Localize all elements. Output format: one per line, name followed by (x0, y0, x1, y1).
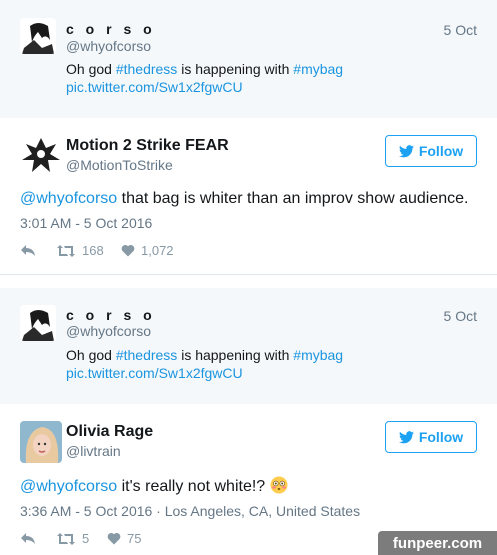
follow-label: Follow (418, 143, 464, 159)
main-tweet-1: Motion 2 Strike FEAR @MotionToStrike Fol… (0, 118, 497, 274)
twitter-bird-icon (398, 430, 414, 443)
reply-action[interactable] (20, 531, 36, 545)
heart-icon (107, 533, 121, 545)
mention-link[interactable]: @whyofcorso (20, 190, 117, 207)
reply-icon (21, 245, 35, 256)
retweet-count: 168 (82, 243, 104, 258)
text-prefix: Oh god (66, 61, 116, 77)
retweet-action[interactable]: 5 (56, 531, 89, 546)
pic-link[interactable]: pic.twitter.com/Sw1x2fgwCU (66, 77, 243, 97)
flushed-face-emoji (270, 476, 288, 494)
user-handle[interactable]: @whyofcorso (66, 38, 151, 54)
tweet-date[interactable]: 5 Oct (444, 22, 477, 38)
hashtag-link[interactable]: #mybag (293, 347, 343, 363)
like-action[interactable]: 1,072 (121, 243, 174, 258)
corso-avatar[interactable] (20, 305, 56, 341)
follow-label: Follow (418, 429, 464, 445)
user-handle[interactable]: @MotionToStrike (66, 157, 173, 173)
reply-context-tweet-1[interactable]: c o r s o @whyofcorso 5 Oct Oh god #thed… (0, 0, 497, 118)
user-name[interactable]: Olivia Rage (66, 423, 153, 441)
retweet-count: 5 (82, 531, 90, 546)
heart-icon (121, 245, 135, 257)
twitter-bird-icon (398, 144, 414, 157)
text-middle: is happening with (177, 347, 294, 363)
user-handle[interactable]: @whyofcorso (66, 323, 151, 339)
follow-button[interactable]: Follow (385, 135, 477, 167)
tweet-timestamp[interactable]: 3:01 AM - 5 Oct 2016 (20, 215, 152, 231)
tweet-text: Oh god #thedress is happening with #myba… (66, 345, 343, 365)
corso-avatar[interactable] (20, 18, 56, 54)
tweet-body: that bag is whiter than an improv show a… (117, 190, 469, 207)
pic-link[interactable]: pic.twitter.com/Sw1x2fgwCU (66, 363, 243, 383)
user-handle[interactable]: @livtrain (66, 443, 121, 459)
like-count: 75 (127, 531, 142, 546)
text-middle: is happening with (177, 61, 294, 77)
retweet-icon (57, 244, 75, 257)
tweet-text: @whyofcorso it's really not white!? (20, 476, 288, 498)
retweet-action[interactable]: 168 (56, 243, 104, 258)
user-name[interactable]: Motion 2 Strike FEAR (66, 137, 229, 155)
follow-button[interactable]: Follow (385, 421, 477, 453)
reply-icon (21, 533, 35, 544)
hashtag-link[interactable]: #thedress (116, 61, 177, 77)
tweet-date[interactable]: 5 Oct (444, 308, 477, 324)
hashtag-link[interactable]: #thedress (116, 347, 177, 363)
reply-context-tweet-2[interactable]: c o r s o @whyofcorso 5 Oct Oh god #thed… (0, 288, 497, 404)
tweet-text: Oh god #thedress is happening with #myba… (66, 59, 343, 79)
tweet-body: it's really not white!? (117, 478, 270, 495)
mention-link[interactable]: @whyofcorso (20, 478, 117, 495)
reply-action[interactable] (20, 243, 36, 257)
retweet-icon (57, 532, 75, 545)
hashtag-link[interactable]: #mybag (293, 61, 343, 77)
tweet-timestamp-location[interactable]: 3:36 AM - 5 Oct 2016 · Los Angeles, CA, … (20, 503, 360, 519)
user-name[interactable]: c o r s o (66, 21, 156, 37)
motion-avatar[interactable] (20, 134, 62, 176)
like-action[interactable]: 75 (107, 531, 141, 546)
watermark: funpeer.com (378, 531, 497, 555)
divider (0, 274, 497, 275)
like-count: 1,072 (141, 243, 174, 258)
user-name[interactable]: c o r s o (66, 307, 156, 323)
tweet-text: @whyofcorso that bag is whiter than an i… (20, 188, 468, 210)
olivia-avatar[interactable] (20, 421, 62, 463)
text-prefix: Oh god (66, 347, 116, 363)
